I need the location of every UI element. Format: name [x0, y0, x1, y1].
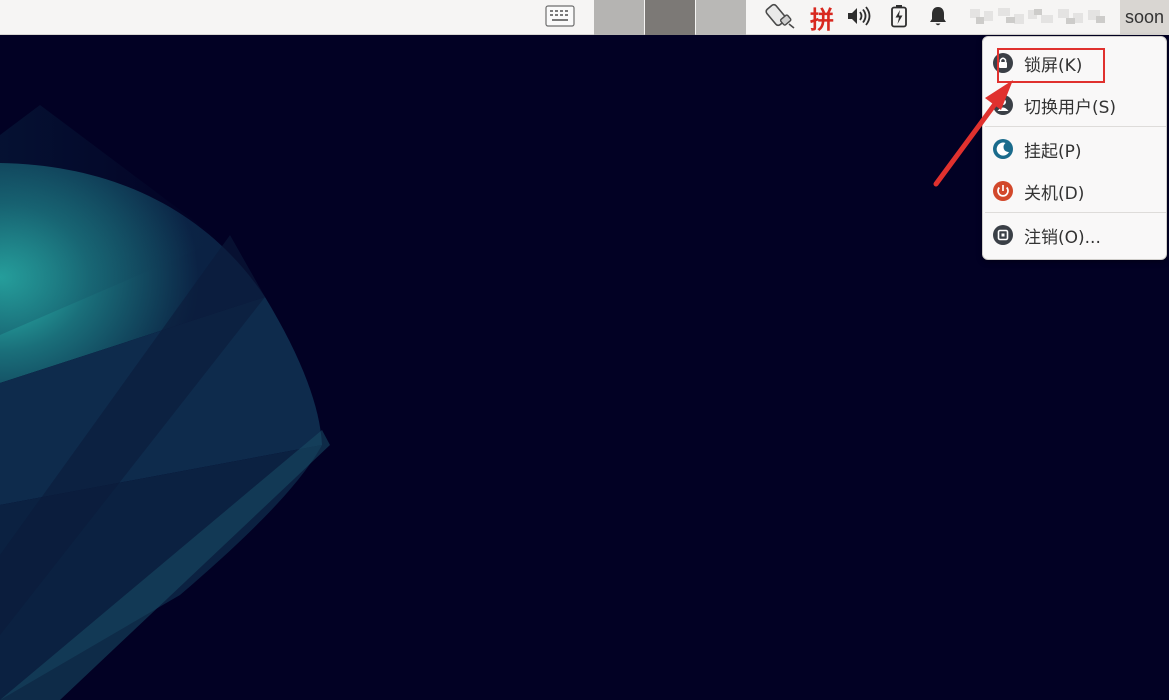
battery-charging-icon	[890, 4, 908, 32]
power-icon	[991, 179, 1015, 203]
user-menu-button[interactable]: soon	[1120, 0, 1169, 35]
menu-item-switch-user[interactable]: 切换用户(S)	[983, 86, 1168, 124]
menu-label-logout: 注销(O)...	[1024, 227, 1101, 248]
volume-icon	[846, 5, 872, 30]
top-panel: 拼 soon	[0, 0, 1169, 35]
network-button[interactable]	[762, 0, 798, 35]
keyboard-icon	[545, 4, 575, 31]
notifications-button[interactable]	[924, 0, 952, 35]
menu-label-shutdown: 关机(D)	[1024, 183, 1085, 204]
menu-separator	[985, 212, 1166, 213]
menu-item-logout[interactable]: 注销(O)...	[983, 216, 1168, 254]
battery-button[interactable]	[884, 0, 914, 35]
switch-user-icon	[991, 93, 1015, 117]
blurred-user-info	[968, 5, 1110, 29]
menu-label-switch-user: 切换用户(S)	[1024, 97, 1117, 118]
logout-icon	[991, 223, 1015, 247]
workspace-2[interactable]	[645, 0, 695, 35]
lock-icon	[991, 51, 1015, 75]
menu-item-suspend[interactable]: 挂起(P)	[983, 130, 1168, 168]
bell-icon	[928, 5, 948, 31]
ime-label: 拼	[810, 5, 834, 34]
keyboard-button[interactable]	[542, 0, 578, 35]
network-icon	[764, 2, 796, 34]
workspace-3[interactable]	[696, 0, 746, 35]
menu-label-suspend: 挂起(P)	[1024, 141, 1082, 162]
workspace-1[interactable]	[594, 0, 644, 35]
menu-item-lock-screen[interactable]: 锁屏(K)	[983, 44, 1168, 82]
username-label: soon	[1124, 7, 1165, 27]
input-method-button[interactable]: 拼	[804, 0, 840, 35]
menu-label-lock-screen: 锁屏(K)	[1024, 55, 1083, 76]
menu-separator	[985, 126, 1166, 127]
menu-item-shutdown[interactable]: 关机(D)	[983, 172, 1168, 210]
volume-button[interactable]	[844, 0, 874, 35]
suspend-moon-icon	[991, 137, 1015, 161]
session-menu: 锁屏(K) 切换用户(S) 挂起(P) 关机(D) 注销(O)...	[982, 36, 1167, 260]
